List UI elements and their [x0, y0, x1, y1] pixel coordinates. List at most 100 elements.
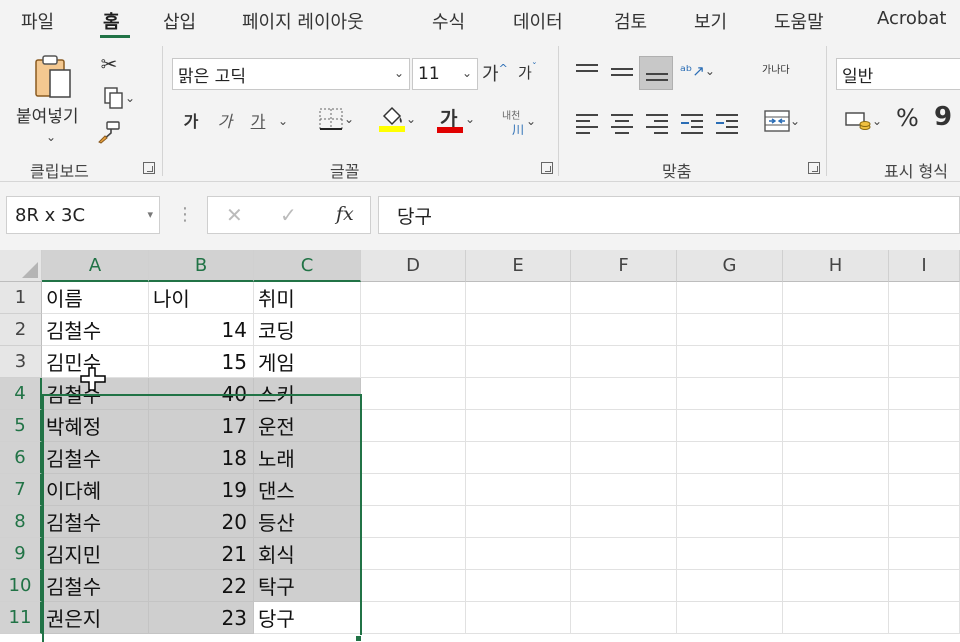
underline-button[interactable]: 가 [247, 108, 269, 132]
cell-h10[interactable] [783, 570, 889, 602]
cell-g11[interactable] [677, 602, 783, 634]
phonetic-button[interactable]: 내천 川 ⌄ [492, 106, 544, 137]
cell-f4[interactable] [571, 378, 677, 410]
cell-i1[interactable] [889, 282, 960, 314]
cell-g6[interactable] [677, 442, 783, 474]
row-header-6[interactable]: 6 [0, 442, 42, 474]
cell-b3[interactable]: 15 [149, 346, 254, 378]
cell-i3[interactable] [889, 346, 960, 378]
cell-f2[interactable] [571, 314, 677, 346]
cell-e6[interactable] [466, 442, 571, 474]
cell-c9[interactable]: 회식 [254, 538, 361, 570]
font-dialog-launcher-icon[interactable] [541, 162, 553, 174]
cell-f8[interactable] [571, 506, 677, 538]
align-center-icon[interactable] [611, 114, 633, 134]
column-header-c[interactable]: C [254, 250, 361, 282]
fill-handle[interactable] [355, 635, 362, 642]
cell-f10[interactable] [571, 570, 677, 602]
worksheet-grid[interactable]: ABCDEFGHI 1 2 3 4 5 6 7 8 9 10 11 이름 나이 취미 김철수 14 코딩 김민수… [0, 250, 960, 642]
column-header-i[interactable]: I [889, 250, 960, 282]
cell-g8[interactable] [677, 506, 783, 538]
tab-help[interactable]: 도움말 [774, 8, 824, 34]
cell-e3[interactable] [466, 346, 571, 378]
row-header-8[interactable]: 8 [0, 506, 42, 538]
cell-f3[interactable] [571, 346, 677, 378]
column-header-f[interactable]: F [571, 250, 677, 282]
italic-button[interactable]: 가 [214, 108, 236, 132]
row-header-7[interactable]: 7 [0, 474, 42, 506]
column-header-g[interactable]: G [677, 250, 783, 282]
cell-f9[interactable] [571, 538, 677, 570]
cell-c6[interactable]: 노래 [254, 442, 361, 474]
cell-e8[interactable] [466, 506, 571, 538]
cell-h9[interactable] [783, 538, 889, 570]
tab-data[interactable]: 데이터 [513, 8, 563, 34]
cell-c7[interactable]: 댄스 [254, 474, 361, 506]
cell-c2[interactable]: 코딩 [254, 314, 361, 346]
cell-h5[interactable] [783, 410, 889, 442]
formula-input[interactable]: 당구 [378, 196, 960, 234]
tab-home[interactable]: 홈 [103, 8, 120, 34]
cell-b2[interactable]: 14 [149, 314, 254, 346]
cell-e4[interactable] [466, 378, 571, 410]
cell-e9[interactable] [466, 538, 571, 570]
decrease-font-size-button[interactable]: 가ˇ [518, 62, 537, 83]
align-bottom-button[interactable] [639, 56, 673, 90]
cell-b11[interactable]: 23 [149, 602, 254, 634]
tab-formulas[interactable]: 수식 [432, 8, 465, 34]
alignment-dialog-launcher-icon[interactable] [808, 162, 820, 174]
cell-d5[interactable] [361, 410, 466, 442]
cell-g1[interactable] [677, 282, 783, 314]
bold-button[interactable]: 가 [180, 108, 202, 132]
cell-c10[interactable]: 탁구 [254, 570, 361, 602]
clipboard-dialog-launcher-icon[interactable] [143, 162, 155, 174]
tab-review[interactable]: 검토 [614, 8, 647, 34]
cell-i4[interactable] [889, 378, 960, 410]
cell-g5[interactable] [677, 410, 783, 442]
cell-d9[interactable] [361, 538, 466, 570]
cell-d7[interactable] [361, 474, 466, 506]
percent-style-button[interactable]: % [896, 104, 919, 132]
cell-g2[interactable] [677, 314, 783, 346]
cell-f6[interactable] [571, 442, 677, 474]
orientation-button[interactable]: ᵃᵇ↗ ⌄ [680, 62, 715, 80]
number-format-combobox[interactable]: 일반 [836, 58, 960, 90]
confirm-entry-icon[interactable]: ✓ [280, 203, 297, 227]
cell-d6[interactable] [361, 442, 466, 474]
column-header-b[interactable]: B [149, 250, 254, 282]
cell-b1[interactable]: 나이 [149, 282, 254, 314]
cut-scissors-icon[interactable]: ✂ [96, 50, 122, 78]
cell-i6[interactable] [889, 442, 960, 474]
cell-i11[interactable] [889, 602, 960, 634]
cell-f1[interactable] [571, 282, 677, 314]
cell-a11[interactable]: 권은지 [42, 602, 149, 634]
cell-c11[interactable]: 당구 [254, 602, 361, 634]
cell-e5[interactable] [466, 410, 571, 442]
tab-file[interactable]: 파일 [21, 8, 54, 34]
cell-h8[interactable] [783, 506, 889, 538]
cell-e11[interactable] [466, 602, 571, 634]
format-painter-button[interactable] [96, 118, 122, 146]
formula-bar-drag-handle-icon[interactable]: ⋮ [176, 204, 194, 225]
cell-e10[interactable] [466, 570, 571, 602]
cell-i9[interactable] [889, 538, 960, 570]
cell-h3[interactable] [783, 346, 889, 378]
cancel-entry-icon[interactable]: ✕ [226, 203, 243, 227]
column-header-a[interactable]: A [42, 250, 149, 282]
cell-h7[interactable] [783, 474, 889, 506]
cell-f7[interactable] [571, 474, 677, 506]
cell-i2[interactable] [889, 314, 960, 346]
cell-i8[interactable] [889, 506, 960, 538]
wrap-text-button[interactable]: 가나다 [758, 56, 790, 86]
cell-b8[interactable]: 20 [149, 506, 254, 538]
row-header-1[interactable]: 1 [0, 282, 42, 314]
select-all-button[interactable] [0, 250, 42, 282]
align-middle-icon[interactable] [611, 66, 633, 84]
cell-b7[interactable]: 19 [149, 474, 254, 506]
cell-i7[interactable] [889, 474, 960, 506]
row-header-9[interactable]: 9 [0, 538, 42, 570]
font-color-button[interactable]: 가 ⌄ [430, 102, 482, 136]
cell-h2[interactable] [783, 314, 889, 346]
font-size-combobox[interactable]: 11 ⌄ [412, 58, 478, 90]
increase-indent-icon[interactable] [716, 114, 738, 134]
